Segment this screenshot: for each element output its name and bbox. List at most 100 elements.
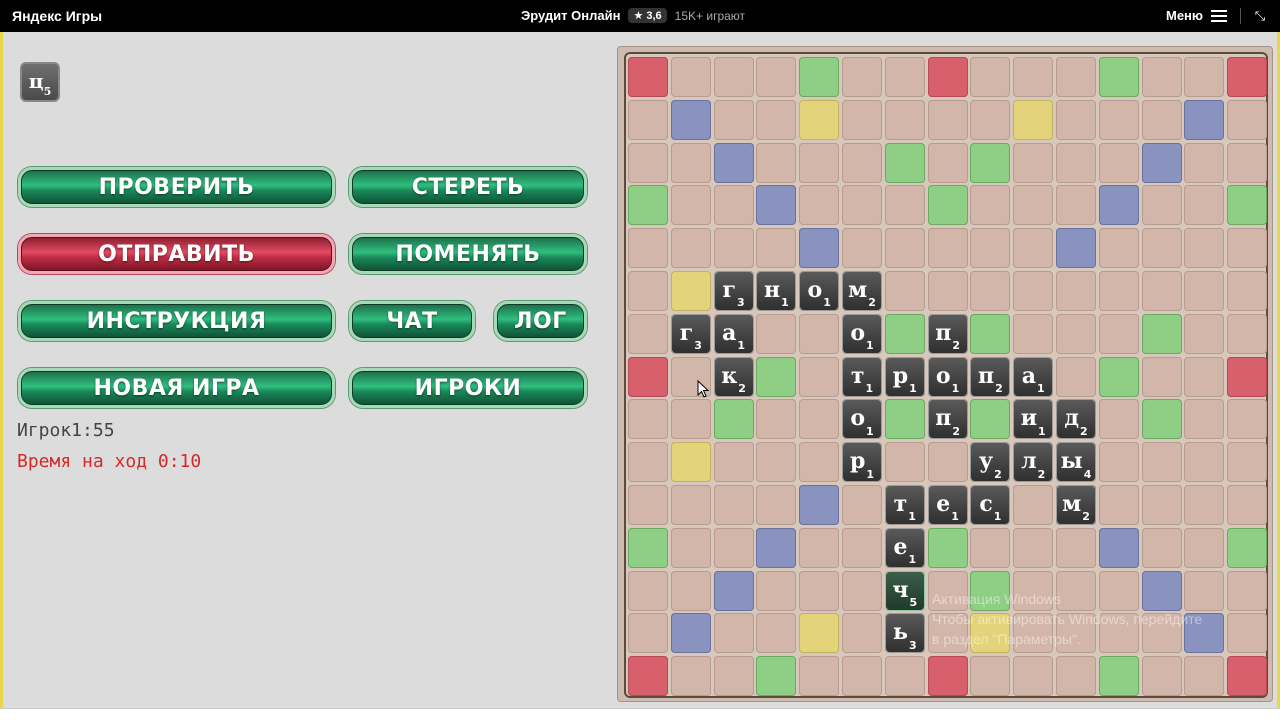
board-cell[interactable] bbox=[1013, 57, 1054, 97]
board-cell[interactable] bbox=[799, 570, 840, 611]
board-cell[interactable] bbox=[884, 57, 925, 97]
exchange-button[interactable]: ПОМЕНЯТЬ bbox=[349, 234, 587, 274]
board-cell[interactable] bbox=[842, 57, 882, 97]
board-cell[interactable] bbox=[1098, 399, 1139, 440]
board-cell[interactable] bbox=[884, 442, 925, 483]
board-cell[interactable] bbox=[970, 656, 1011, 697]
board-cell[interactable] bbox=[756, 313, 797, 354]
board-cell[interactable] bbox=[756, 57, 797, 97]
board-cell[interactable] bbox=[799, 313, 840, 354]
board-tile[interactable]: т1 bbox=[884, 485, 925, 525]
board-cell[interactable] bbox=[799, 57, 840, 97]
board-cell[interactable] bbox=[756, 570, 797, 611]
board-cell[interactable] bbox=[1227, 442, 1268, 483]
board-cell[interactable] bbox=[713, 228, 754, 269]
board-cell[interactable] bbox=[1098, 57, 1139, 97]
board-cell[interactable] bbox=[628, 527, 668, 568]
board-cell[interactable] bbox=[799, 399, 840, 440]
instructions-button[interactable]: ИНСТРУКЦИЯ bbox=[18, 301, 335, 341]
board-cell[interactable] bbox=[1184, 57, 1225, 97]
board-cell[interactable] bbox=[1098, 313, 1139, 354]
board-cell[interactable] bbox=[628, 656, 668, 697]
board-cell[interactable] bbox=[670, 656, 711, 697]
board-cell[interactable] bbox=[1098, 228, 1139, 269]
board-cell[interactable] bbox=[713, 613, 754, 654]
board-cell[interactable] bbox=[1056, 313, 1096, 354]
board-cell[interactable] bbox=[1056, 185, 1096, 226]
board-cell[interactable] bbox=[1141, 313, 1182, 354]
board-cell[interactable] bbox=[670, 442, 711, 483]
board-cell[interactable] bbox=[628, 356, 668, 397]
board-cell[interactable] bbox=[842, 656, 882, 697]
board-cell[interactable] bbox=[1141, 527, 1182, 568]
board-cell[interactable] bbox=[1227, 656, 1268, 697]
board-tile[interactable]: у2 bbox=[970, 442, 1011, 483]
board-cell[interactable] bbox=[628, 228, 668, 269]
board-cell[interactable] bbox=[884, 228, 925, 269]
board-cell[interactable] bbox=[842, 527, 882, 568]
board-cell[interactable] bbox=[1227, 399, 1268, 440]
board-tile[interactable]: г3 bbox=[713, 271, 754, 311]
board-cell[interactable] bbox=[799, 228, 840, 269]
board-tile[interactable]: и1 bbox=[1013, 399, 1054, 440]
board-tile[interactable]: т1 bbox=[842, 356, 882, 397]
board-cell[interactable] bbox=[1184, 442, 1225, 483]
board-tile[interactable]: п2 bbox=[970, 356, 1011, 397]
board-cell[interactable] bbox=[799, 527, 840, 568]
board-cell[interactable] bbox=[799, 356, 840, 397]
board-cell[interactable] bbox=[756, 356, 797, 397]
board-cell[interactable] bbox=[628, 185, 668, 226]
board-cell[interactable] bbox=[842, 485, 882, 525]
board-tile[interactable]: м2 bbox=[1056, 485, 1096, 525]
board-cell[interactable] bbox=[1056, 656, 1096, 697]
board-cell[interactable] bbox=[970, 185, 1011, 226]
board-tile[interactable]: р1 bbox=[884, 356, 925, 397]
board-cell[interactable] bbox=[1056, 228, 1096, 269]
board-tile[interactable]: м2 bbox=[842, 271, 882, 311]
board-cell[interactable] bbox=[628, 142, 668, 183]
board-cell[interactable] bbox=[670, 228, 711, 269]
board-cell[interactable] bbox=[1098, 485, 1139, 525]
board-cell[interactable] bbox=[756, 485, 797, 525]
board-cell[interactable] bbox=[1013, 313, 1054, 354]
board-cell[interactable] bbox=[713, 399, 754, 440]
board-cell[interactable] bbox=[756, 442, 797, 483]
board-cell[interactable] bbox=[927, 442, 968, 483]
log-button[interactable]: ЛОГ bbox=[494, 301, 587, 341]
board-cell[interactable] bbox=[1227, 185, 1268, 226]
board-cell[interactable] bbox=[1141, 185, 1182, 226]
board-cell[interactable] bbox=[884, 142, 925, 183]
board-tile[interactable]: а1 bbox=[713, 313, 754, 354]
board-cell[interactable] bbox=[1227, 527, 1268, 568]
chat-button[interactable]: ЧАТ bbox=[349, 301, 475, 341]
players-button[interactable]: ИГРОКИ bbox=[349, 368, 587, 408]
board-cell[interactable] bbox=[799, 656, 840, 697]
board-cell[interactable] bbox=[1184, 313, 1225, 354]
board-cell[interactable] bbox=[799, 442, 840, 483]
board-cell[interactable] bbox=[1141, 142, 1182, 183]
board-cell[interactable] bbox=[670, 527, 711, 568]
send-button[interactable]: ОТПРАВИТЬ bbox=[18, 234, 335, 274]
board-cell[interactable] bbox=[1141, 485, 1182, 525]
board-cell[interactable] bbox=[670, 485, 711, 525]
board-cell[interactable] bbox=[713, 656, 754, 697]
board-tile[interactable]: е1 bbox=[927, 485, 968, 525]
board-cell[interactable] bbox=[1013, 656, 1054, 697]
board-cell[interactable] bbox=[884, 399, 925, 440]
board-cell[interactable] bbox=[1098, 185, 1139, 226]
board-cell[interactable] bbox=[713, 527, 754, 568]
check-button[interactable]: ПРОВЕРИТЬ bbox=[18, 167, 335, 207]
board-tile[interactable]: г3 bbox=[670, 313, 711, 354]
board-tile[interactable]: с1 bbox=[970, 485, 1011, 525]
collapse-icon[interactable]: ⤡ bbox=[1252, 8, 1268, 24]
board-cell[interactable] bbox=[799, 142, 840, 183]
board-cell[interactable] bbox=[756, 142, 797, 183]
board-cell[interactable] bbox=[628, 485, 668, 525]
board-cell[interactable] bbox=[1098, 356, 1139, 397]
board-cell[interactable] bbox=[713, 570, 754, 611]
board-cell[interactable] bbox=[1098, 271, 1139, 311]
board-cell[interactable] bbox=[628, 570, 668, 611]
board-cell[interactable] bbox=[1227, 313, 1268, 354]
board-cell[interactable] bbox=[670, 613, 711, 654]
board-cell[interactable] bbox=[927, 57, 968, 97]
